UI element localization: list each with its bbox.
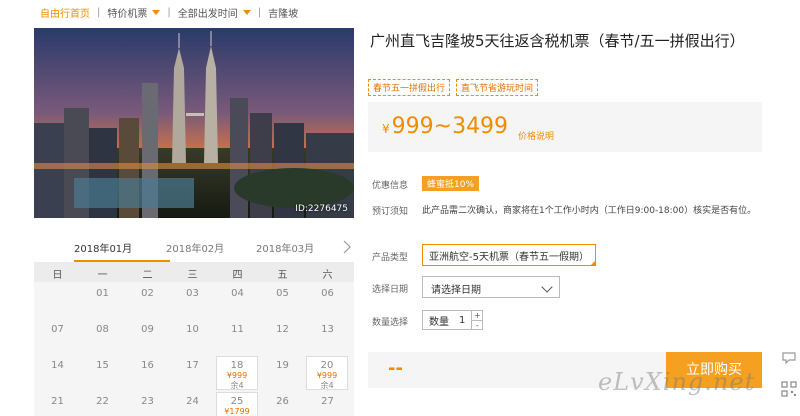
product-tag: 直飞节省游玩时间 — [456, 79, 539, 96]
breadcrumb-destination[interactable]: 吉隆坡 — [268, 5, 298, 20]
calendar-day-remaining: 余4 — [320, 381, 334, 390]
quantity-stepper[interactable]: 数量 1 + - — [422, 310, 484, 330]
calendar-day[interactable]: 17 — [170, 360, 215, 371]
breadcrumb-cheap-flights[interactable]: 特价机票 — [107, 5, 161, 20]
calendar-day-price: ¥999 — [226, 371, 248, 380]
qr-code-icon[interactable] — [780, 380, 798, 398]
weekday-header: 六 — [322, 270, 333, 281]
weekday-header: 二 — [142, 270, 153, 281]
breadcrumb-departure-time[interactable]: 全部出发时间 — [178, 5, 251, 20]
chevron-down-icon — [541, 281, 553, 293]
quantity-value[interactable]: 1 — [453, 315, 471, 326]
calendar-tab-month-1[interactable]: 2018年01月 — [74, 240, 132, 255]
calendar-weekday-header: 日一二三四五六 — [34, 262, 354, 282]
calendar-day-price: ¥999 — [316, 371, 338, 380]
calendar-day[interactable]: 07 — [35, 324, 80, 335]
product-tag: 春节五一拼假出行 — [368, 79, 451, 96]
calendar-day[interactable]: 19 — [260, 360, 305, 371]
quantity-decrease-button[interactable]: - — [472, 320, 483, 330]
product-title: 广州直飞吉隆坡5天往返含税机票（春节/五一拼假出行） — [370, 32, 745, 50]
date-label: 选择日期 — [372, 285, 409, 295]
chevron-right-icon[interactable] — [342, 240, 352, 254]
calendar-tab-month-3[interactable]: 2018年03月 — [256, 240, 314, 255]
breadcrumb-home[interactable]: 自由行首页 — [40, 5, 90, 20]
calendar-day-remaining: 余4 — [230, 381, 244, 390]
calendar-day[interactable]: 16 — [125, 360, 170, 371]
calendar-day[interactable]: 14 — [35, 360, 80, 371]
calendar-day[interactable]: 05 — [260, 288, 305, 299]
breadcrumb-separator: | — [167, 6, 171, 18]
calendar-day[interactable]: 12 — [260, 324, 305, 335]
date-select-value: 请选择日期 — [431, 285, 481, 296]
product-type-option[interactable]: 亚洲航空-5天机票（春节五一假期） — [422, 244, 596, 266]
site-watermark: eLvXing.net — [598, 368, 756, 396]
weekday-header: 五 — [277, 270, 288, 281]
quantity-buttons: + - — [471, 311, 483, 330]
weekday-header: 日 — [52, 270, 63, 281]
date-select[interactable]: 请选择日期 — [422, 276, 560, 298]
product-tags: 春节五一拼假出行 直飞节省游玩时间 — [368, 79, 539, 96]
notice-text: 此产品需二次确认，商家将在1个工作小时内（工作日9:00-18:00）核实是否有… — [422, 206, 757, 216]
chat-icon[interactable] — [780, 348, 798, 366]
photo-id-label: ID:2276475 — [295, 204, 348, 214]
weekday-header: 一 — [97, 270, 108, 281]
calendar-day[interactable]: 25 ¥1799 — [216, 392, 258, 416]
price-note-link[interactable]: 价格说明 — [518, 129, 554, 142]
calendar-day[interactable]: 27 — [305, 396, 350, 407]
calendar-day[interactable]: 21 — [35, 396, 80, 407]
calendar-day[interactable]: 04 — [215, 288, 260, 299]
price-box: ¥999~3499 价格说明 — [368, 102, 762, 152]
calendar-day-number: 18 — [230, 360, 244, 371]
calendar-day[interactable]: 13 — [305, 324, 350, 335]
calendar-day[interactable]: 02 — [125, 288, 170, 299]
product-type-label: 产品类型 — [372, 253, 409, 263]
price-range: ¥999~3499 — [382, 114, 509, 139]
caret-down-icon — [152, 9, 161, 15]
total-price: -- — [388, 358, 403, 379]
calendar-day[interactable]: 26 — [260, 396, 305, 407]
calendar-day[interactable]: 22 — [80, 396, 125, 407]
quantity-label: 数量选择 — [372, 318, 409, 328]
calendar-day-price: ¥1799 — [224, 407, 250, 416]
calendar-day[interactable]: 08 — [80, 324, 125, 335]
calendar-day-number: 20 — [320, 360, 334, 371]
quantity-increase-button[interactable]: + — [472, 311, 482, 320]
calendar-month-tabs: 2018年01月 2018年02月 2018年03月 — [34, 236, 354, 262]
calendar-day[interactable]: 03 — [170, 288, 215, 299]
calendar-day[interactable]: 06 — [305, 288, 350, 299]
calendar-day[interactable]: 15 — [80, 360, 125, 371]
calendar-day[interactable]: 09 — [125, 324, 170, 335]
breadcrumb: 自由行首页 | 特价机票 | 全部出发时间 | 吉隆坡 — [40, 0, 298, 24]
calendar-day[interactable]: 23 — [125, 396, 170, 407]
notice-label: 预订须知 — [372, 207, 409, 217]
discount-badge: 蜂蜜抵10% — [422, 176, 480, 191]
discount-label: 优惠信息 — [372, 181, 409, 191]
calendar-day[interactable]: 11 — [215, 324, 260, 335]
calendar-day[interactable]: 24 — [170, 396, 215, 407]
calendar-tab-month-2[interactable]: 2018年02月 — [166, 240, 224, 255]
calendar-day[interactable]: 10 — [170, 324, 215, 335]
currency-symbol: ¥ — [382, 122, 390, 136]
skyline-illustration — [34, 28, 354, 218]
product-photo[interactable]: ID:2276475 — [34, 28, 354, 218]
calendar-grid: 日 一 二 三 四 五 六 01 02 03 04 05 06 07 08 09 10 11 12 13 14 15 16… — [34, 262, 354, 416]
breadcrumb-separator: | — [257, 6, 262, 18]
quantity-field-label: 数量 — [429, 316, 449, 328]
weekday-header: 三 — [187, 270, 198, 281]
calendar-day[interactable]: 20 ¥999 余4 — [306, 356, 348, 390]
calendar-day[interactable]: 18 ¥999 余4 — [216, 356, 258, 390]
calendar-day-number: 25 — [230, 396, 244, 407]
breadcrumb-separator: | — [97, 6, 101, 18]
caret-down-icon — [242, 9, 251, 15]
weekday-header: 四 — [232, 270, 243, 281]
calendar-day[interactable]: 01 — [80, 288, 125, 299]
